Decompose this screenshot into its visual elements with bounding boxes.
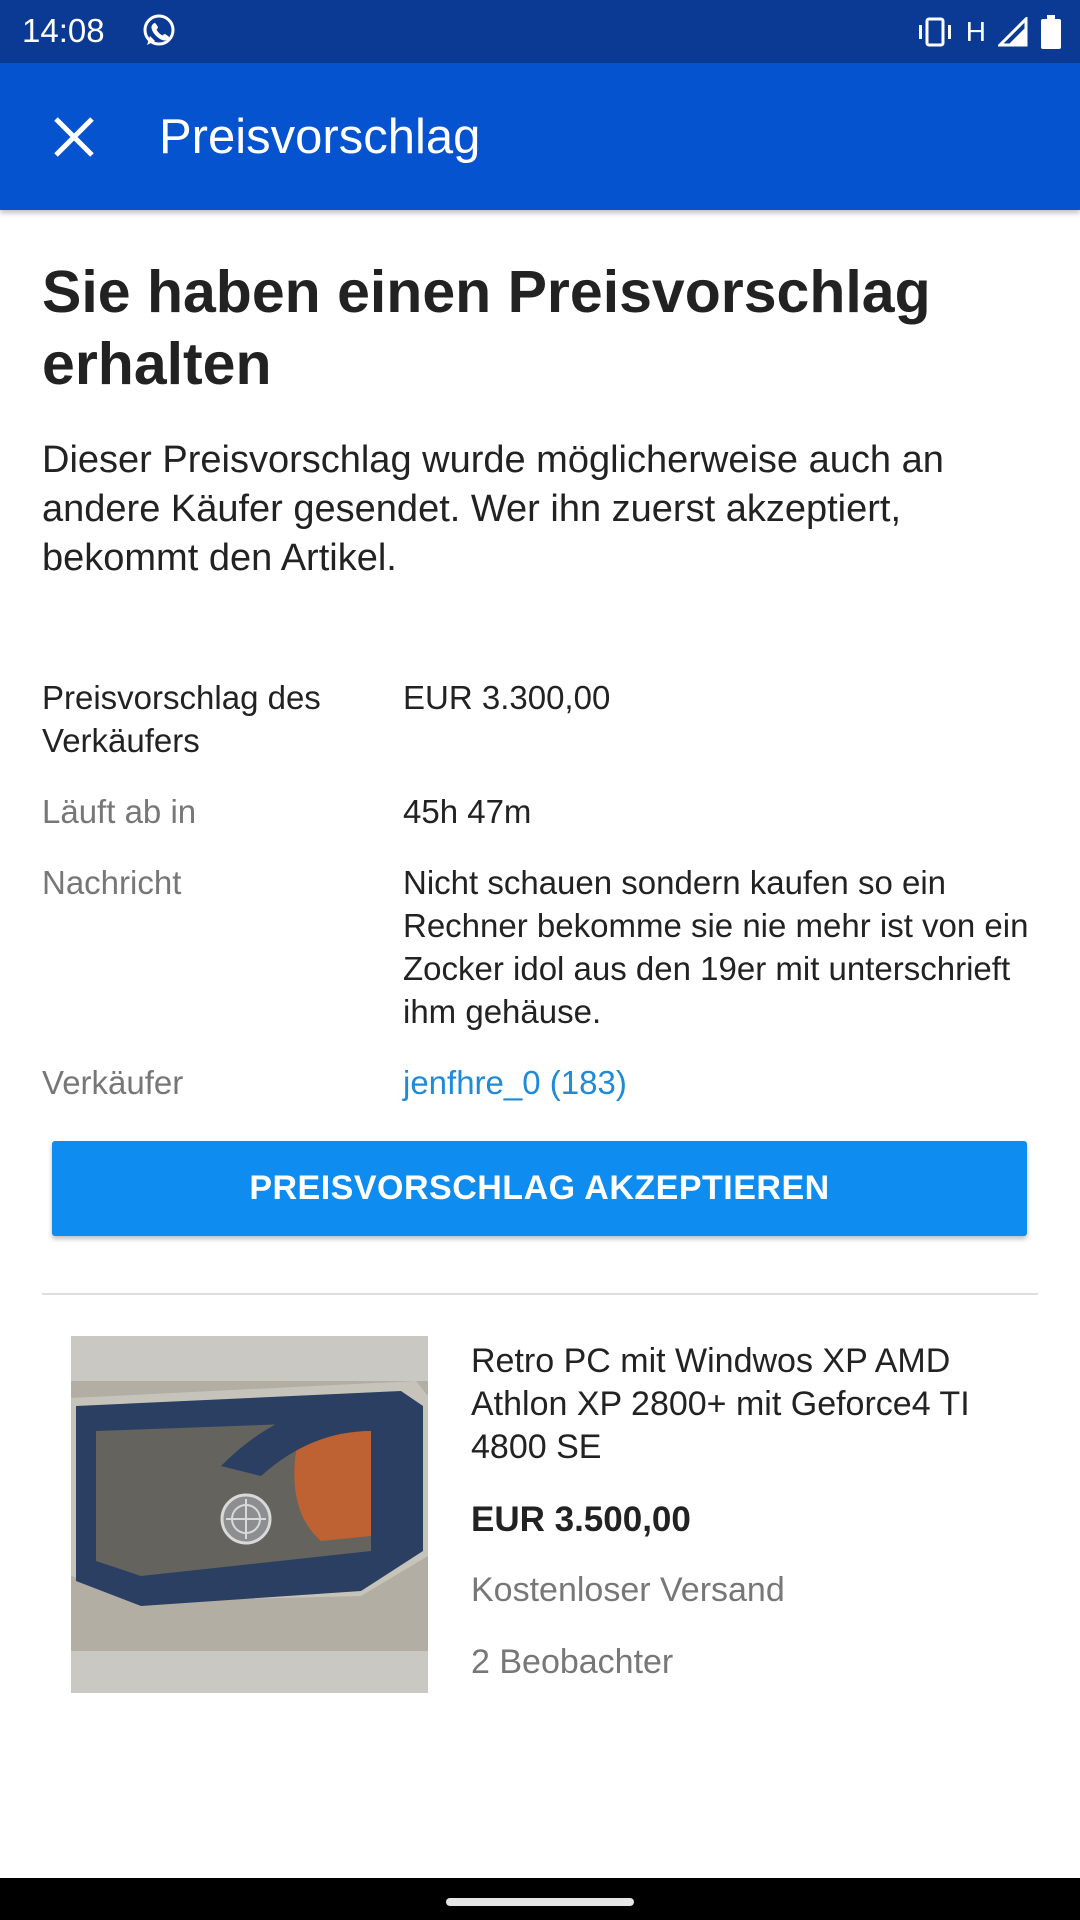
status-bar: 14:08 H — [0, 0, 1080, 63]
offer-price-label: Preisvorschlag des Verkäufers — [42, 679, 321, 759]
network-type: H — [965, 16, 986, 47]
signal-icon — [998, 17, 1028, 47]
item-thumbnail[interactable] — [71, 1336, 428, 1693]
item-title[interactable]: Retro PC mit Windwos XP AMD Athlon XP 28… — [471, 1340, 1041, 1469]
app-bar-title: Preisvorschlag — [159, 110, 481, 164]
pc-case-image — [71, 1336, 428, 1693]
seller-label: Verkäufer — [42, 1064, 184, 1101]
whatsapp-icon — [143, 14, 175, 46]
navigation-bar — [0, 1878, 1080, 1920]
offer-price-value: EUR 3.300,00 — [403, 679, 611, 716]
message-label: Nachricht — [42, 864, 182, 901]
seller-link[interactable]: jenfhre_0 (183) — [403, 1061, 1043, 1104]
expires-label: Läuft ab in — [42, 793, 197, 830]
page-title: Sie haben einen Preisvorschlag erhalten — [42, 259, 931, 397]
home-gesture-handle[interactable] — [446, 1898, 634, 1906]
item-shipping: Kostenloser Versand — [471, 1571, 785, 1609]
battery-icon — [1041, 15, 1061, 49]
offer-description: Dieser Preisvorschlag wurde möglicherwei… — [42, 439, 944, 579]
expires-value: 45h 47m — [403, 793, 532, 830]
status-time: 14:08 — [22, 12, 105, 49]
accept-offer-button[interactable]: PREISVORSCHLAG AKZEPTIEREN — [52, 1141, 1027, 1236]
app-bar: Preisvorschlag — [0, 63, 1080, 210]
item-price: EUR 3.500,00 — [471, 1500, 691, 1539]
close-icon[interactable] — [44, 107, 104, 167]
divider — [42, 1293, 1038, 1295]
message-value: Nicht schauen sondern kaufen so ein Rech… — [403, 864, 1029, 1030]
vibrate-icon — [918, 17, 951, 47]
item-watchers: 2 Beobachter — [471, 1643, 674, 1681]
